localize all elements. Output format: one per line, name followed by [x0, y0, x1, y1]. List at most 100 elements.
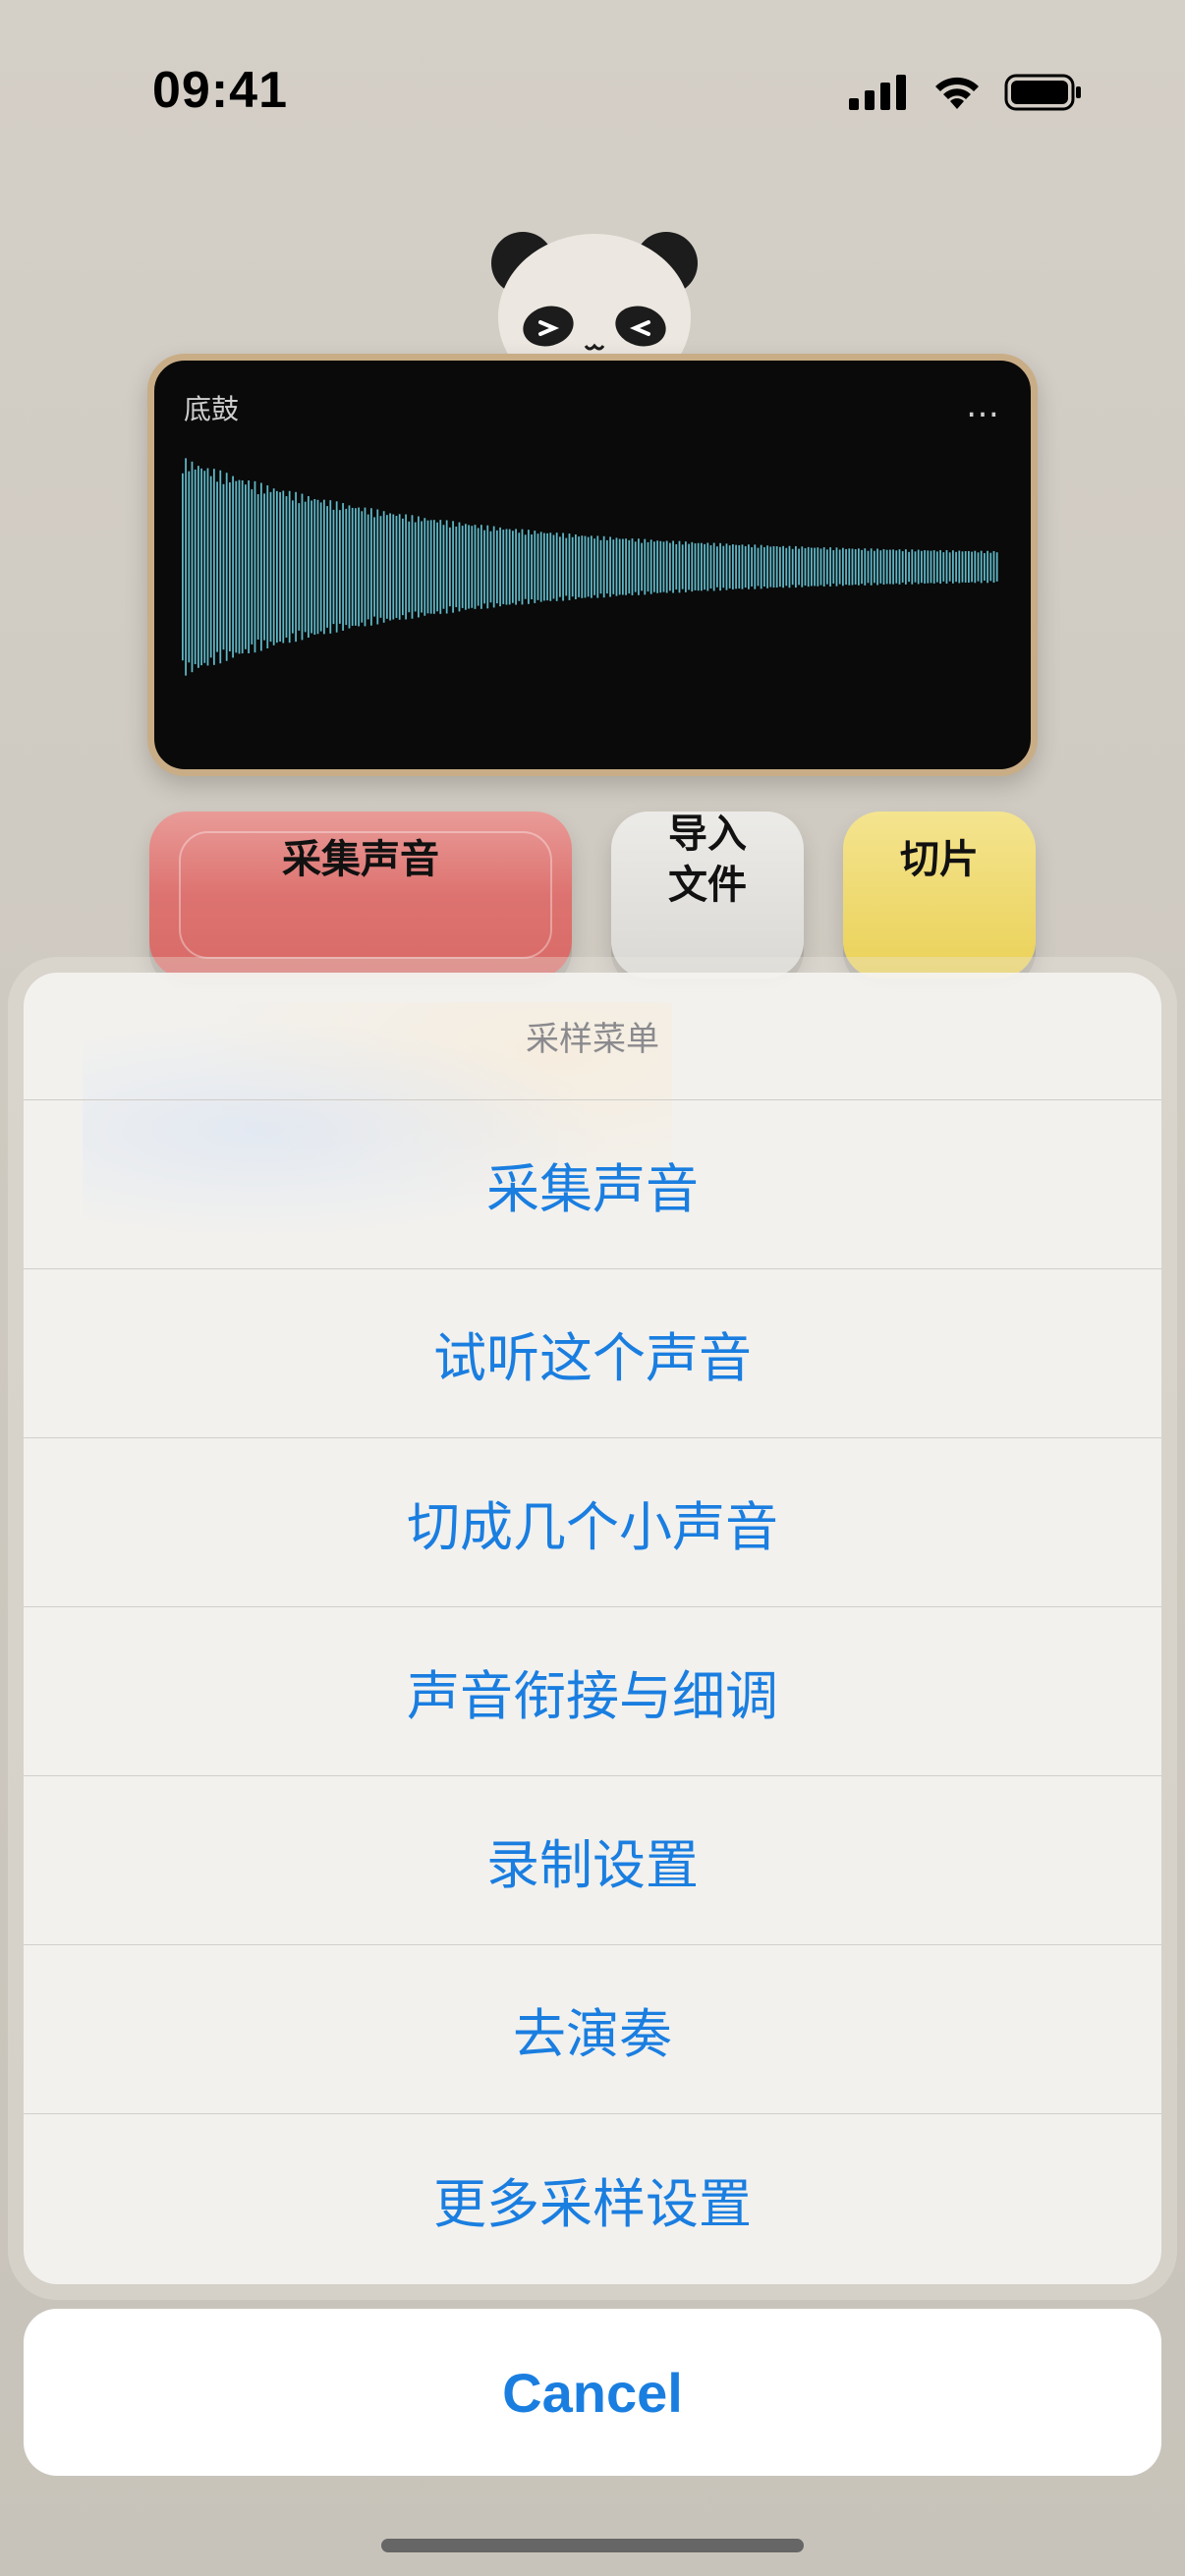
waveform-bar [260, 482, 262, 651]
waveform-bar [992, 550, 995, 584]
waveform-bar [754, 544, 757, 589]
waveform-bar [489, 531, 492, 603]
waveform-bar [757, 547, 760, 587]
waveform-bar [848, 548, 851, 586]
waveform-bar [728, 545, 731, 588]
waveform-bar [191, 461, 194, 673]
waveform-bar [565, 537, 568, 596]
waveform-bar [584, 535, 587, 598]
action-sheet-title: 采样菜单 [24, 973, 1161, 1100]
waveform-bar [414, 522, 417, 612]
waveform-bar [461, 526, 464, 608]
waveform-bar [782, 545, 784, 588]
waveform-bar [822, 547, 825, 587]
waveform-bar [735, 544, 737, 589]
action-transition-tune[interactable]: 声音衔接与细调 [24, 1607, 1161, 1776]
waveform-bar [722, 545, 725, 588]
waveform-bar [402, 518, 404, 616]
waveform-bar [225, 473, 228, 661]
waveform-bar [492, 526, 495, 608]
collect-sound-label: 采集声音 [282, 837, 439, 882]
action-sheet: 采样菜单 采集声音 试听这个声音 切成几个小声音 声音衔接与细调 录制设置 去演… [24, 973, 1161, 2284]
waveform-bar [669, 542, 671, 591]
waveform-bar [609, 536, 611, 597]
waveform-bar [418, 516, 420, 618]
waveform-bar [543, 532, 545, 601]
more-options-icon[interactable]: … [966, 386, 1001, 425]
waveform-bar [864, 548, 867, 586]
action-collect-sound[interactable]: 采集声音 [24, 1100, 1161, 1269]
waveform-bar [308, 496, 310, 638]
waveform-bar [575, 534, 577, 599]
waveform-bar [732, 544, 734, 589]
waveform-bar [471, 526, 474, 608]
status-icons [849, 73, 1083, 112]
waveform-bar [310, 500, 312, 634]
waveform-bar [879, 550, 882, 584]
waveform-bar [861, 549, 863, 585]
waveform-bar [961, 551, 964, 583]
waveform-bar [571, 536, 574, 597]
waveform-display [182, 458, 998, 676]
waveform-bar [977, 552, 980, 582]
waveform-bar [599, 539, 602, 594]
action-go-perform[interactable]: 去演奏 [24, 1945, 1161, 2114]
waveform-bar [323, 499, 325, 635]
waveform-bar [213, 469, 215, 665]
waveform-bar [908, 551, 910, 583]
waveform-bar [266, 485, 269, 648]
waveform-bar [408, 521, 411, 613]
waveform-bar [716, 546, 718, 588]
waveform-bar [429, 520, 432, 614]
waveform-bar [694, 543, 697, 590]
waveform-card[interactable]: 底鼓 … [147, 354, 1038, 776]
import-file-button[interactable]: 导入 文件 [611, 812, 804, 979]
waveform-bar [373, 517, 375, 617]
waveform-bar [276, 490, 278, 644]
waveform-bar [927, 550, 930, 584]
waveform-bar [206, 468, 209, 666]
collect-sound-button[interactable]: 采集声音 [149, 812, 572, 979]
waveform-bar [386, 515, 388, 619]
waveform-bar [814, 547, 816, 587]
waveform-bar [618, 538, 621, 595]
waveform-bar [194, 469, 197, 665]
waveform-bar [911, 549, 914, 585]
waveform-bar [678, 540, 681, 593]
waveform-bar [801, 546, 804, 588]
waveform-bar [531, 533, 533, 600]
waveform-bar [483, 530, 485, 604]
waveform-bar [685, 541, 687, 592]
waveform-bar [298, 503, 301, 631]
waveform-bar [282, 490, 285, 644]
waveform-bar [376, 509, 379, 625]
waveform-bar [335, 501, 338, 633]
action-more-settings[interactable]: 更多采样设置 [24, 2114, 1161, 2283]
action-preview-sound[interactable]: 试听这个声音 [24, 1269, 1161, 1438]
slice-button[interactable]: 切片 [843, 812, 1036, 979]
waveform-bar [474, 525, 477, 609]
waveform-bar [631, 538, 634, 595]
waveform-bar [326, 506, 328, 628]
waveform-bar [804, 548, 807, 586]
waveform-bar [675, 543, 678, 590]
cancel-button[interactable]: Cancel [24, 2309, 1161, 2476]
waveform-bar [351, 507, 354, 627]
waveform-bar [634, 541, 637, 592]
home-indicator[interactable] [381, 2539, 804, 2552]
waveform-bar [612, 539, 615, 594]
waveform-bar [182, 473, 184, 661]
waveform-bar [379, 516, 382, 618]
waveform-bar [452, 521, 454, 613]
waveform-bar [505, 529, 508, 605]
waveform-bar [851, 548, 854, 586]
action-record-settings[interactable]: 录制设置 [24, 1776, 1161, 1945]
waveform-bar [719, 542, 721, 591]
action-slice-sound[interactable]: 切成几个小声音 [24, 1438, 1161, 1607]
waveform-bar [395, 516, 398, 618]
waveform-bar [512, 531, 514, 603]
waveform-bar [971, 551, 973, 583]
waveform-bar [364, 507, 367, 627]
waveform-bar [921, 550, 923, 584]
waveform-bar [269, 491, 272, 643]
